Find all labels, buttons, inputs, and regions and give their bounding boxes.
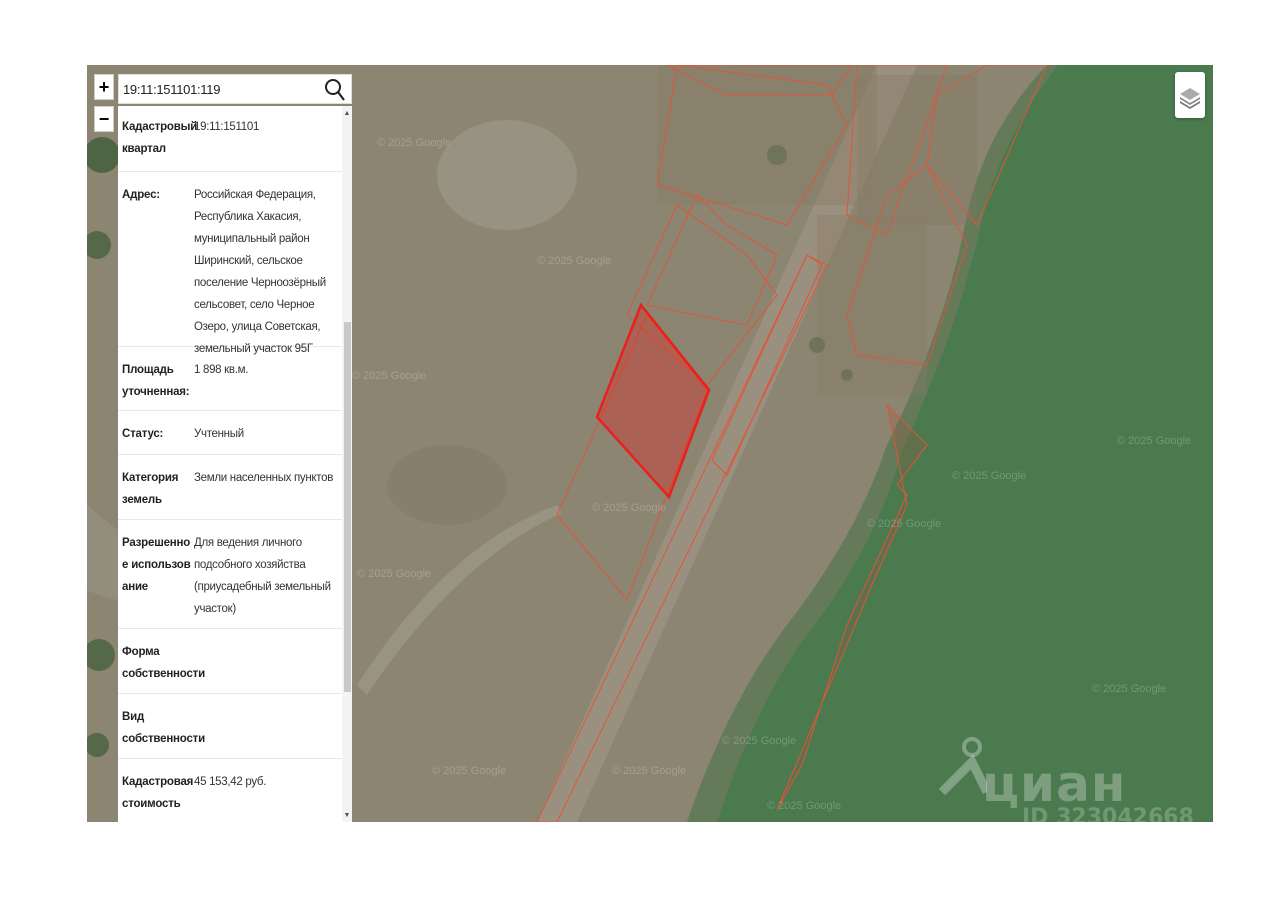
info-value bbox=[194, 641, 342, 693]
info-row-address: Адрес: Российская Федерация, Республика … bbox=[118, 172, 342, 355]
watermark: © 2025 Google bbox=[722, 735, 797, 747]
info-row-status: Статус: Учтенный bbox=[118, 411, 342, 455]
info-label: Вид собственности bbox=[122, 711, 205, 745]
scrollbar-thumb[interactable] bbox=[344, 322, 351, 692]
watermark: © 2025 Google bbox=[952, 470, 1027, 482]
watermark: © 2025 Google bbox=[867, 518, 942, 530]
watermark: © 2025 Google bbox=[377, 137, 452, 149]
info-label: Адрес: bbox=[122, 189, 160, 201]
zoom-out-button[interactable]: − bbox=[94, 106, 114, 132]
info-label: Кадастровый квартал bbox=[122, 121, 198, 155]
info-label: Форма собственности bbox=[122, 646, 205, 680]
info-row-cadastral-quarter: Кадастровый квартал 19:11:151101 bbox=[118, 106, 342, 172]
info-value: 45 153,42 руб. bbox=[194, 776, 267, 788]
map-view[interactable]: © 2025 Google © 2025 Google © 2025 Googl… bbox=[87, 65, 1213, 822]
parcel-info-list: Кадастровый квартал 19:11:151101 Адрес: … bbox=[118, 106, 342, 822]
panel-scrollbar[interactable]: ▲ ▼ bbox=[342, 106, 352, 822]
info-value: 1 898 кв.м. bbox=[194, 364, 249, 376]
info-value bbox=[194, 706, 342, 758]
location-pin-icon bbox=[938, 737, 987, 796]
scroll-down-arrow-icon[interactable]: ▼ bbox=[342, 810, 352, 822]
info-row-ownership-form: Форма собственности bbox=[118, 629, 342, 694]
info-label: Кадастровая стоимость bbox=[122, 776, 194, 810]
info-value: Для ведения личного подсобного хозяйства… bbox=[194, 537, 331, 615]
watermark: © 2025 Google bbox=[352, 370, 427, 382]
layers-button[interactable] bbox=[1175, 72, 1205, 118]
listing-id: ID 323042668 bbox=[1022, 805, 1194, 822]
search-input[interactable] bbox=[123, 79, 323, 99]
search-box bbox=[118, 74, 352, 104]
search-icon[interactable] bbox=[324, 78, 346, 102]
info-row-land-category: Категория земель Земли населенных пункто… bbox=[118, 455, 342, 520]
brand-watermark: циан ID 323042668 bbox=[937, 737, 1197, 822]
scroll-up-arrow-icon[interactable]: ▲ bbox=[342, 108, 352, 120]
watermark: © 2025 Google bbox=[612, 765, 687, 777]
info-row-permitted-use: Разрешенное использование Для ведения ли… bbox=[118, 520, 342, 629]
info-value: Учтенный bbox=[194, 428, 244, 440]
info-row-ownership-type: Вид собственности bbox=[118, 694, 342, 759]
watermark: © 2025 Google bbox=[432, 765, 507, 777]
watermark: © 2025 Google bbox=[767, 800, 842, 812]
info-label: Площадь уточненная: bbox=[122, 364, 190, 398]
info-label: Статус: bbox=[122, 428, 164, 440]
info-label: Категория земель bbox=[122, 472, 179, 506]
watermark: © 2025 Google bbox=[592, 502, 667, 514]
layers-icon bbox=[1180, 88, 1200, 109]
info-row-cadastral-value: Кадастровая стоимость 45 153,42 руб. bbox=[118, 759, 342, 822]
watermark: © 2025 Google bbox=[357, 568, 432, 580]
zoom-in-button[interactable]: + bbox=[94, 74, 114, 100]
info-label: Разрешенное использование bbox=[122, 537, 191, 593]
watermark: © 2025 Google bbox=[1092, 683, 1167, 695]
watermark: © 2025 Google bbox=[537, 255, 612, 267]
info-value: 19:11:151101 bbox=[194, 121, 260, 133]
info-value: Российская Федерация, Республика Хакасия… bbox=[194, 189, 326, 355]
parcel-info-panel[interactable]: Кадастровый квартал 19:11:151101 Адрес: … bbox=[118, 106, 352, 822]
watermark: © 2025 Google bbox=[1117, 435, 1192, 447]
info-value: Земли населенных пунктов bbox=[194, 472, 334, 484]
